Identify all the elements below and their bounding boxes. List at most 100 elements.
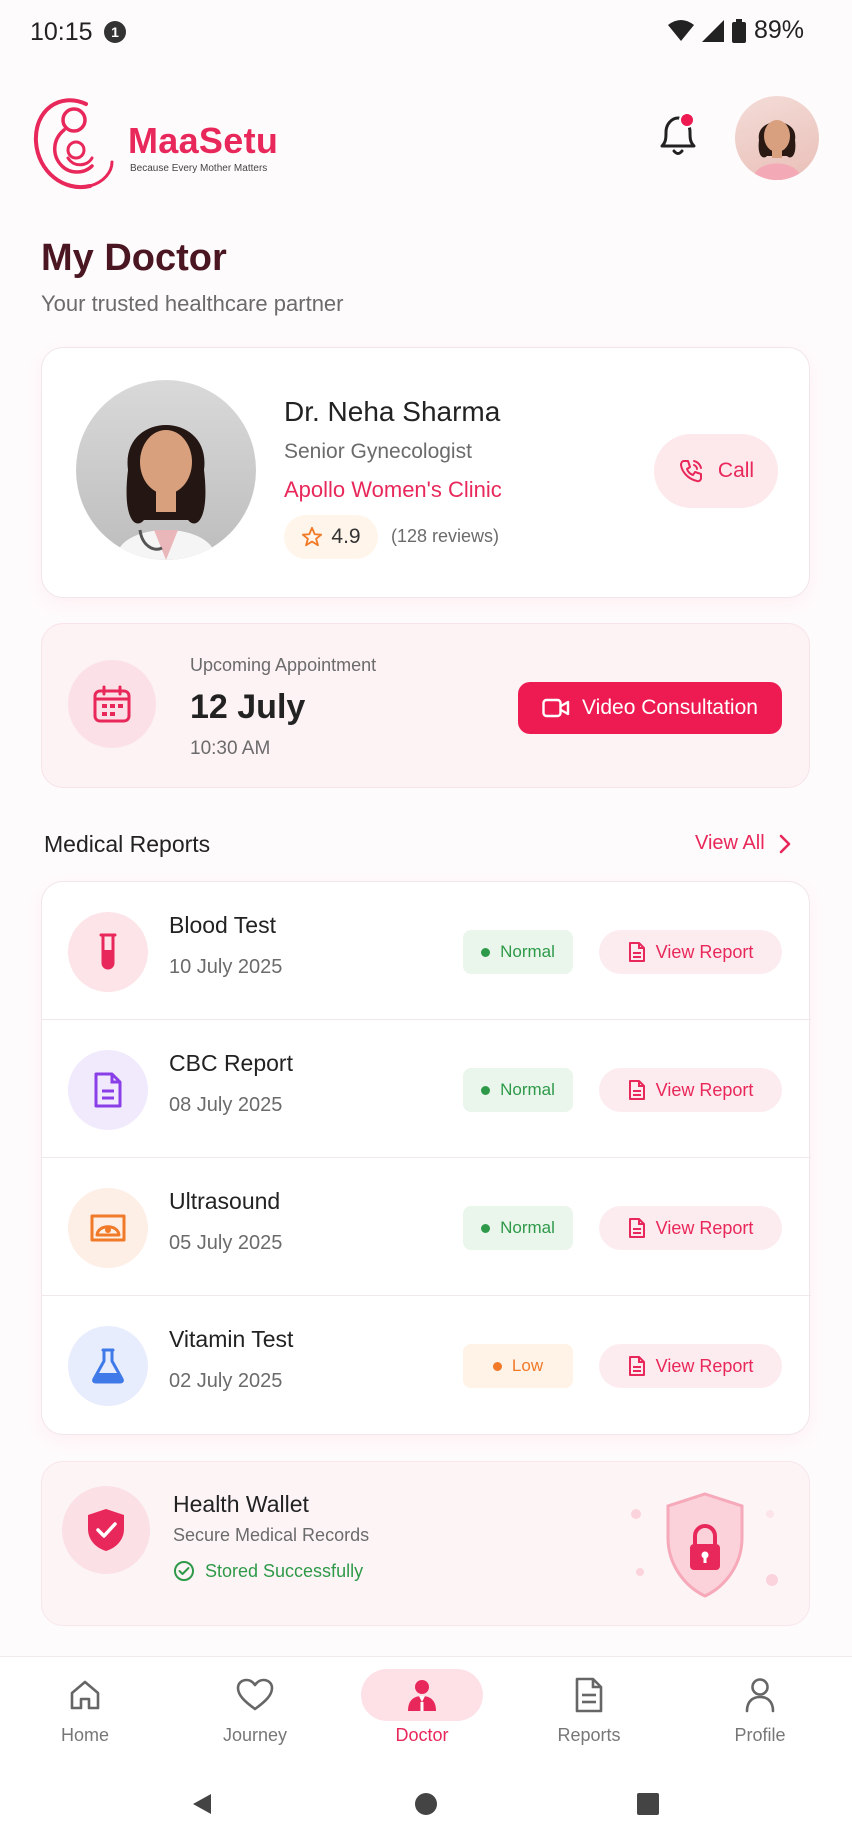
notification-count-badge: 1 bbox=[104, 21, 126, 43]
status-time: 10:15 bbox=[30, 18, 93, 46]
nav-journey[interactable]: Journey bbox=[190, 1667, 320, 1763]
report-row[interactable]: Ultrasound 05 July 2025 Normal View Repo… bbox=[42, 1158, 811, 1296]
status-dot bbox=[481, 1085, 491, 1095]
secure-lock-shield-icon bbox=[631, 1492, 778, 1598]
status-badge: Normal bbox=[463, 930, 573, 974]
doctor-name: Dr. Neha Sharma bbox=[284, 396, 501, 427]
status-badge: Normal bbox=[463, 1206, 573, 1250]
appointment-date: 12 July bbox=[190, 688, 306, 726]
user-portrait-icon bbox=[753, 120, 801, 180]
status-label: Normal bbox=[500, 942, 555, 961]
status-label: Normal bbox=[500, 1218, 555, 1237]
brand-tagline: Because Every Mother Matters bbox=[130, 163, 268, 174]
nav-home-label: Home bbox=[60, 1725, 109, 1745]
shield-check-icon bbox=[88, 1509, 124, 1551]
report-date: 10 July 2025 bbox=[169, 956, 283, 978]
user-avatar[interactable] bbox=[735, 96, 819, 180]
report-icon-badge bbox=[68, 1188, 148, 1268]
view-all-link[interactable]: View All bbox=[695, 832, 791, 855]
status-dot bbox=[481, 1223, 491, 1233]
report-row[interactable]: Blood Test 10 July 2025 Normal View Repo… bbox=[42, 882, 811, 1020]
doctor-photo bbox=[76, 380, 256, 560]
review-count[interactable]: (128 reviews) bbox=[391, 526, 499, 547]
view-report-button[interactable]: View Report bbox=[599, 1206, 782, 1250]
nav-active-pill bbox=[361, 1669, 483, 1721]
status-dot bbox=[492, 1361, 502, 1371]
rating-badge: 4.9 bbox=[284, 515, 378, 559]
report-icon-badge bbox=[68, 1326, 148, 1406]
nav-profile-label: Profile bbox=[734, 1725, 786, 1745]
chevron-right-icon bbox=[779, 834, 790, 853]
calendar-icon bbox=[93, 685, 131, 723]
status-dot bbox=[481, 947, 491, 957]
back-icon[interactable] bbox=[191, 1792, 213, 1816]
status-bar: 10:15 1 89% bbox=[0, 0, 852, 66]
video-consultation-button[interactable]: Video Consultation bbox=[518, 682, 782, 734]
view-report-label: View Report bbox=[655, 1217, 754, 1238]
recents-square-icon[interactable] bbox=[637, 1793, 659, 1815]
reports-document-icon bbox=[575, 1677, 603, 1713]
document-icon bbox=[628, 1356, 645, 1376]
document-icon bbox=[628, 1080, 645, 1100]
status-label: Normal bbox=[500, 1080, 555, 1099]
nav-reports[interactable]: Reports bbox=[524, 1667, 654, 1763]
document-icon bbox=[94, 1072, 122, 1108]
star-icon bbox=[302, 526, 323, 547]
brand-name: MaaSetu bbox=[128, 120, 279, 161]
nav-journey-label: Journey bbox=[222, 1725, 288, 1745]
wallet-status: Stored Successfully bbox=[173, 1560, 363, 1582]
test-tube-icon bbox=[99, 933, 117, 970]
status-indicators: 89% bbox=[667, 16, 804, 45]
document-icon bbox=[628, 942, 645, 962]
nav-doctor[interactable]: Doctor bbox=[357, 1667, 487, 1763]
system-navigation-bar bbox=[0, 1766, 852, 1846]
profile-icon bbox=[745, 1678, 775, 1713]
report-row[interactable]: Vitamin Test 02 July 2025 Low View Repor… bbox=[42, 1296, 811, 1434]
calendar-icon-badge bbox=[68, 660, 156, 748]
status-badge: Low bbox=[463, 1344, 573, 1388]
medical-reports-title: Medical Reports bbox=[44, 831, 211, 857]
report-date: 05 July 2025 bbox=[169, 1232, 283, 1254]
view-report-button[interactable]: View Report bbox=[599, 930, 782, 974]
report-date: 02 July 2025 bbox=[169, 1370, 283, 1392]
report-row[interactable]: CBC Report 08 July 2025 Normal View Repo… bbox=[42, 1020, 811, 1158]
video-camera-icon bbox=[542, 698, 570, 718]
call-button[interactable]: Call bbox=[654, 434, 778, 508]
wallet-status-label: Stored Successfully bbox=[205, 1560, 364, 1581]
phone-icon bbox=[679, 460, 702, 483]
nav-profile[interactable]: Profile bbox=[695, 1667, 825, 1763]
medical-reports-list: Blood Test 10 July 2025 Normal View Repo… bbox=[41, 881, 811, 1435]
battery-percent: 89% bbox=[753, 16, 804, 44]
view-report-label: View Report bbox=[655, 941, 754, 962]
status-badge: Normal bbox=[463, 1068, 573, 1112]
nav-home[interactable]: Home bbox=[20, 1667, 150, 1763]
view-report-button[interactable]: View Report bbox=[599, 1344, 782, 1388]
check-circle-icon bbox=[174, 1561, 194, 1581]
doctor-role: Senior Gynecologist bbox=[284, 440, 472, 463]
ultrasound-icon bbox=[90, 1214, 126, 1242]
view-report-label: View Report bbox=[655, 1079, 754, 1100]
status-label: Low bbox=[511, 1356, 544, 1375]
report-name: CBC Report bbox=[169, 1050, 293, 1076]
home-icon bbox=[70, 1680, 100, 1710]
page-title: My Doctor bbox=[41, 237, 227, 279]
video-consultation-label: Video Consultation bbox=[582, 696, 758, 719]
report-name: Vitamin Test bbox=[169, 1326, 294, 1352]
appointment-label: Upcoming Appointment bbox=[190, 655, 377, 675]
doctor-clinic[interactable]: Apollo Women's Clinic bbox=[284, 477, 502, 503]
doctor-icon bbox=[408, 1680, 436, 1711]
home-circle-icon[interactable] bbox=[414, 1792, 438, 1816]
notification-bell-icon[interactable] bbox=[650, 108, 702, 162]
heart-icon bbox=[236, 1678, 274, 1711]
report-name: Blood Test bbox=[169, 912, 276, 938]
doctor-portrait-icon bbox=[116, 425, 216, 560]
report-name: Ultrasound bbox=[169, 1188, 281, 1214]
wifi-icon bbox=[667, 19, 694, 41]
report-icon-badge bbox=[68, 1050, 148, 1130]
view-report-button[interactable]: View Report bbox=[599, 1068, 782, 1112]
view-all-label: View All bbox=[695, 832, 765, 854]
maasetu-logo-icon bbox=[33, 98, 114, 190]
nav-reports-label: Reports bbox=[557, 1725, 621, 1745]
report-icon-badge bbox=[68, 912, 148, 992]
call-label: Call bbox=[717, 459, 755, 482]
